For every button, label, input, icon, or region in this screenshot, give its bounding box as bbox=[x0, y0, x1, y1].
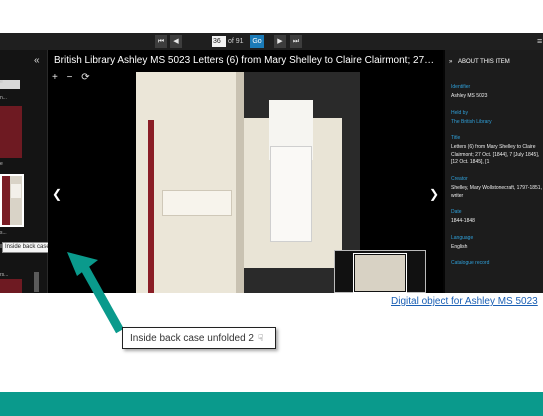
cursor-icon: ☟ bbox=[257, 333, 264, 343]
callout-label: Inside back case unfolded 2 ☟ bbox=[122, 327, 276, 349]
footer-band bbox=[0, 392, 543, 416]
annotation-arrow bbox=[67, 252, 124, 334]
